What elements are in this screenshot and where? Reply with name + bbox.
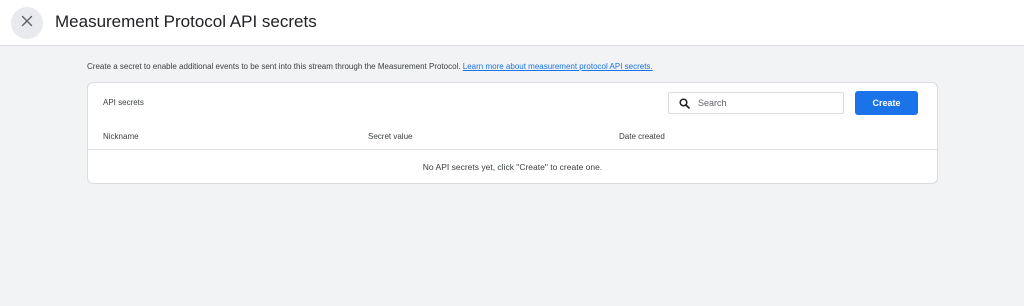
page-title: Measurement Protocol API secrets xyxy=(55,12,317,31)
empty-state-message: No API secrets yet, click "Create" to cr… xyxy=(422,162,603,172)
search-field[interactable] xyxy=(668,92,844,114)
learn-more-link[interactable]: Learn more about measurement protocol AP… xyxy=(463,62,653,71)
create-button[interactable]: Create xyxy=(855,91,918,115)
table-divider xyxy=(88,149,937,150)
close-button[interactable] xyxy=(11,7,43,39)
column-header-secret-value[interactable]: Secret value xyxy=(368,132,412,141)
description-text: Create a secret to enable additional eve… xyxy=(87,62,653,71)
search-input[interactable] xyxy=(698,98,838,108)
api-secrets-card: API secrets Create Nickname Secret value… xyxy=(87,82,938,184)
close-icon xyxy=(21,14,33,32)
description-body: Create a secret to enable additional eve… xyxy=(87,62,461,71)
column-header-date-created[interactable]: Date created xyxy=(619,132,665,141)
card-title: API secrets xyxy=(103,98,144,107)
page-header: Measurement Protocol API secrets xyxy=(0,0,1024,46)
column-header-nickname[interactable]: Nickname xyxy=(103,132,139,141)
search-icon xyxy=(673,93,695,113)
